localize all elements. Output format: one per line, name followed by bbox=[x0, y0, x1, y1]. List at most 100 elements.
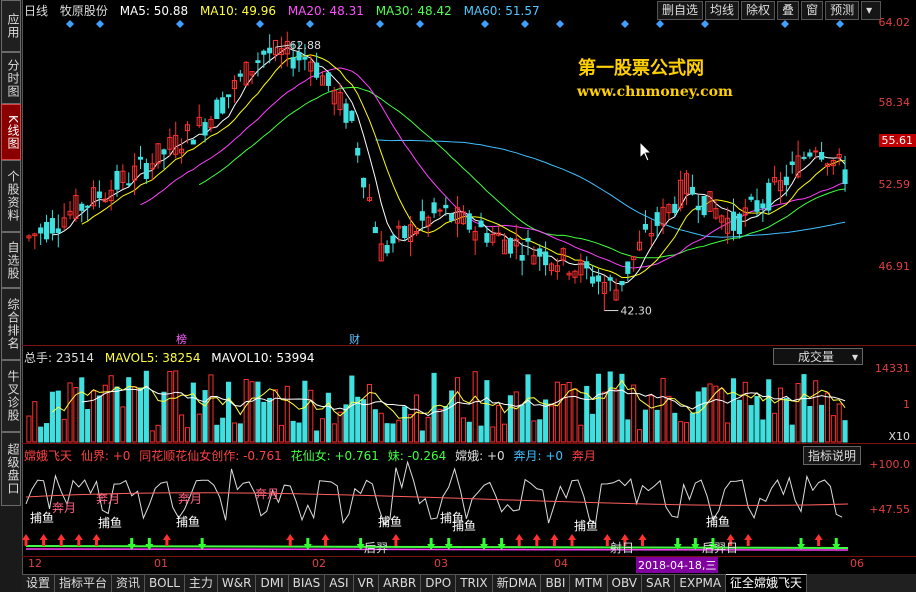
candle-body bbox=[302, 57, 308, 60]
indicator-tick-top: +100.0 bbox=[869, 458, 910, 471]
volume-bar bbox=[143, 370, 149, 443]
current-price-tag: 55.61 bbox=[878, 134, 916, 147]
volume-bar bbox=[836, 403, 842, 443]
indicator-tab[interactable]: TRIX bbox=[456, 574, 493, 592]
high-annotation: 62.88 bbox=[290, 39, 322, 52]
volume-bar bbox=[513, 391, 519, 443]
volume-bar bbox=[361, 399, 367, 443]
volume-bar bbox=[161, 391, 167, 443]
candle-body bbox=[349, 110, 355, 121]
volume-tick-top: 14331 bbox=[875, 362, 910, 375]
candle-body bbox=[478, 220, 484, 228]
candle-body bbox=[255, 60, 261, 63]
indicator-tab[interactable]: EXPMA bbox=[675, 574, 727, 592]
bang-marker: 榜 bbox=[176, 332, 187, 346]
indicator-tab[interactable]: DMI bbox=[256, 574, 289, 592]
candle-body bbox=[525, 237, 531, 242]
indicator-tab[interactable]: BIAS bbox=[288, 574, 326, 592]
indicator-tab[interactable]: DPO bbox=[421, 574, 457, 592]
candle-body bbox=[143, 163, 149, 179]
buy-arrow-icon bbox=[162, 534, 171, 546]
volume-bar bbox=[202, 390, 208, 443]
volume-bar bbox=[208, 374, 214, 443]
candle-body bbox=[402, 226, 408, 239]
volume-bar bbox=[319, 418, 326, 443]
candle-body bbox=[79, 203, 85, 211]
volume-bar bbox=[190, 382, 196, 443]
signal-label: 奔月 bbox=[96, 492, 120, 506]
indicator-tab[interactable]: VR bbox=[353, 574, 380, 592]
volume-bar bbox=[777, 387, 784, 443]
indicator-tab[interactable]: ARBR bbox=[379, 574, 422, 592]
indicator-tab[interactable]: W&R bbox=[217, 574, 257, 592]
candle-body bbox=[419, 211, 425, 221]
volume-bar bbox=[32, 401, 38, 443]
event-diamond-icon bbox=[376, 20, 384, 28]
indicator-tab[interactable]: 主力 bbox=[184, 574, 218, 592]
buy-arrow-icon bbox=[814, 534, 823, 546]
indicator-tab[interactable]: OBV bbox=[607, 574, 643, 592]
indicator-tab[interactable]: SAR bbox=[642, 574, 676, 592]
volume-bar bbox=[813, 380, 819, 443]
date-tick: 04 bbox=[554, 557, 568, 570]
volume-bar bbox=[308, 389, 314, 443]
event-diamond-icon bbox=[416, 20, 424, 28]
volume-bar bbox=[560, 383, 566, 443]
indicator-tab[interactable]: 指标平台 bbox=[55, 574, 113, 592]
buy-arrow-icon bbox=[638, 534, 647, 546]
candle-body bbox=[754, 200, 760, 212]
indicator-tab[interactable]: 设置 bbox=[22, 574, 56, 592]
volume-bar bbox=[114, 386, 120, 443]
event-diamond-icon bbox=[621, 20, 629, 28]
indicator-tab[interactable]: ASI bbox=[325, 574, 354, 592]
price-tick-1: 64.02 bbox=[878, 16, 911, 29]
indicator-tab[interactable]: 资讯 bbox=[112, 574, 146, 592]
candle-body bbox=[766, 182, 772, 211]
volume-bar bbox=[214, 424, 220, 443]
candle-body bbox=[384, 245, 390, 254]
candle-body bbox=[519, 255, 525, 261]
candle-body bbox=[736, 213, 742, 235]
signal-label: 奔月 bbox=[52, 501, 76, 515]
buy-arrow-icon bbox=[568, 534, 577, 546]
volume-bar bbox=[625, 419, 631, 443]
event-diamond-icon bbox=[96, 20, 104, 28]
event-diamond-icon bbox=[521, 20, 529, 28]
signal-label: 捕鱼 bbox=[176, 514, 200, 529]
date-tick: 06 bbox=[850, 557, 864, 570]
volume-bar bbox=[237, 423, 243, 443]
volume-bar bbox=[548, 405, 555, 443]
sell-arrow-icon bbox=[303, 538, 312, 550]
indicator-tab[interactable]: 新DMA bbox=[492, 574, 542, 592]
price-tick-4: 46.91 bbox=[878, 260, 911, 273]
volume-bar bbox=[155, 424, 161, 443]
candle-body bbox=[789, 161, 795, 166]
event-diamond-icon bbox=[656, 20, 664, 28]
sell-arrow-icon bbox=[444, 538, 453, 550]
candle-body bbox=[507, 237, 513, 254]
volume-bar bbox=[184, 427, 191, 443]
volume-bar bbox=[302, 380, 308, 443]
volume-bar bbox=[196, 413, 202, 443]
price-tick-3: 52.59 bbox=[878, 178, 911, 191]
volume-bar bbox=[484, 380, 490, 443]
volume-bar bbox=[801, 374, 807, 443]
candle-body bbox=[296, 52, 302, 61]
volume-bar bbox=[519, 404, 525, 443]
volume-bar bbox=[43, 423, 50, 443]
volume-bar bbox=[707, 383, 713, 443]
indicator-tab[interactable]: BBI bbox=[541, 574, 571, 592]
indicator-tab[interactable]: 征全嫦娥飞天 bbox=[726, 574, 808, 592]
kline-chart[interactable]: 62.8842.30榜 财捕鱼 捕鱼 捕鱼 捕鱼 捕鱼捕鱼 捕鱼 捕鱼奔月奔月 奔月 奔月后羿 射日… bbox=[0, 0, 916, 592]
indicator-tab[interactable]: BOLL bbox=[145, 574, 185, 592]
indicator-tab[interactable]: MTM bbox=[570, 574, 608, 592]
signal-label: 后羿日 bbox=[702, 541, 738, 555]
indicator-tabs: 设置 指标平台 资讯 BOLL 主力 W&R DMI BIAS ASI VR ARBR DPO TRIX… bbox=[22, 574, 916, 592]
volume-bar bbox=[666, 395, 672, 443]
volume-bar bbox=[38, 426, 44, 443]
candle-body bbox=[642, 223, 648, 230]
volume-bar bbox=[660, 377, 666, 443]
sell-arrow-icon bbox=[145, 538, 154, 550]
volume-unit: X10 bbox=[888, 430, 910, 443]
signal-label: 射日 bbox=[610, 540, 634, 555]
